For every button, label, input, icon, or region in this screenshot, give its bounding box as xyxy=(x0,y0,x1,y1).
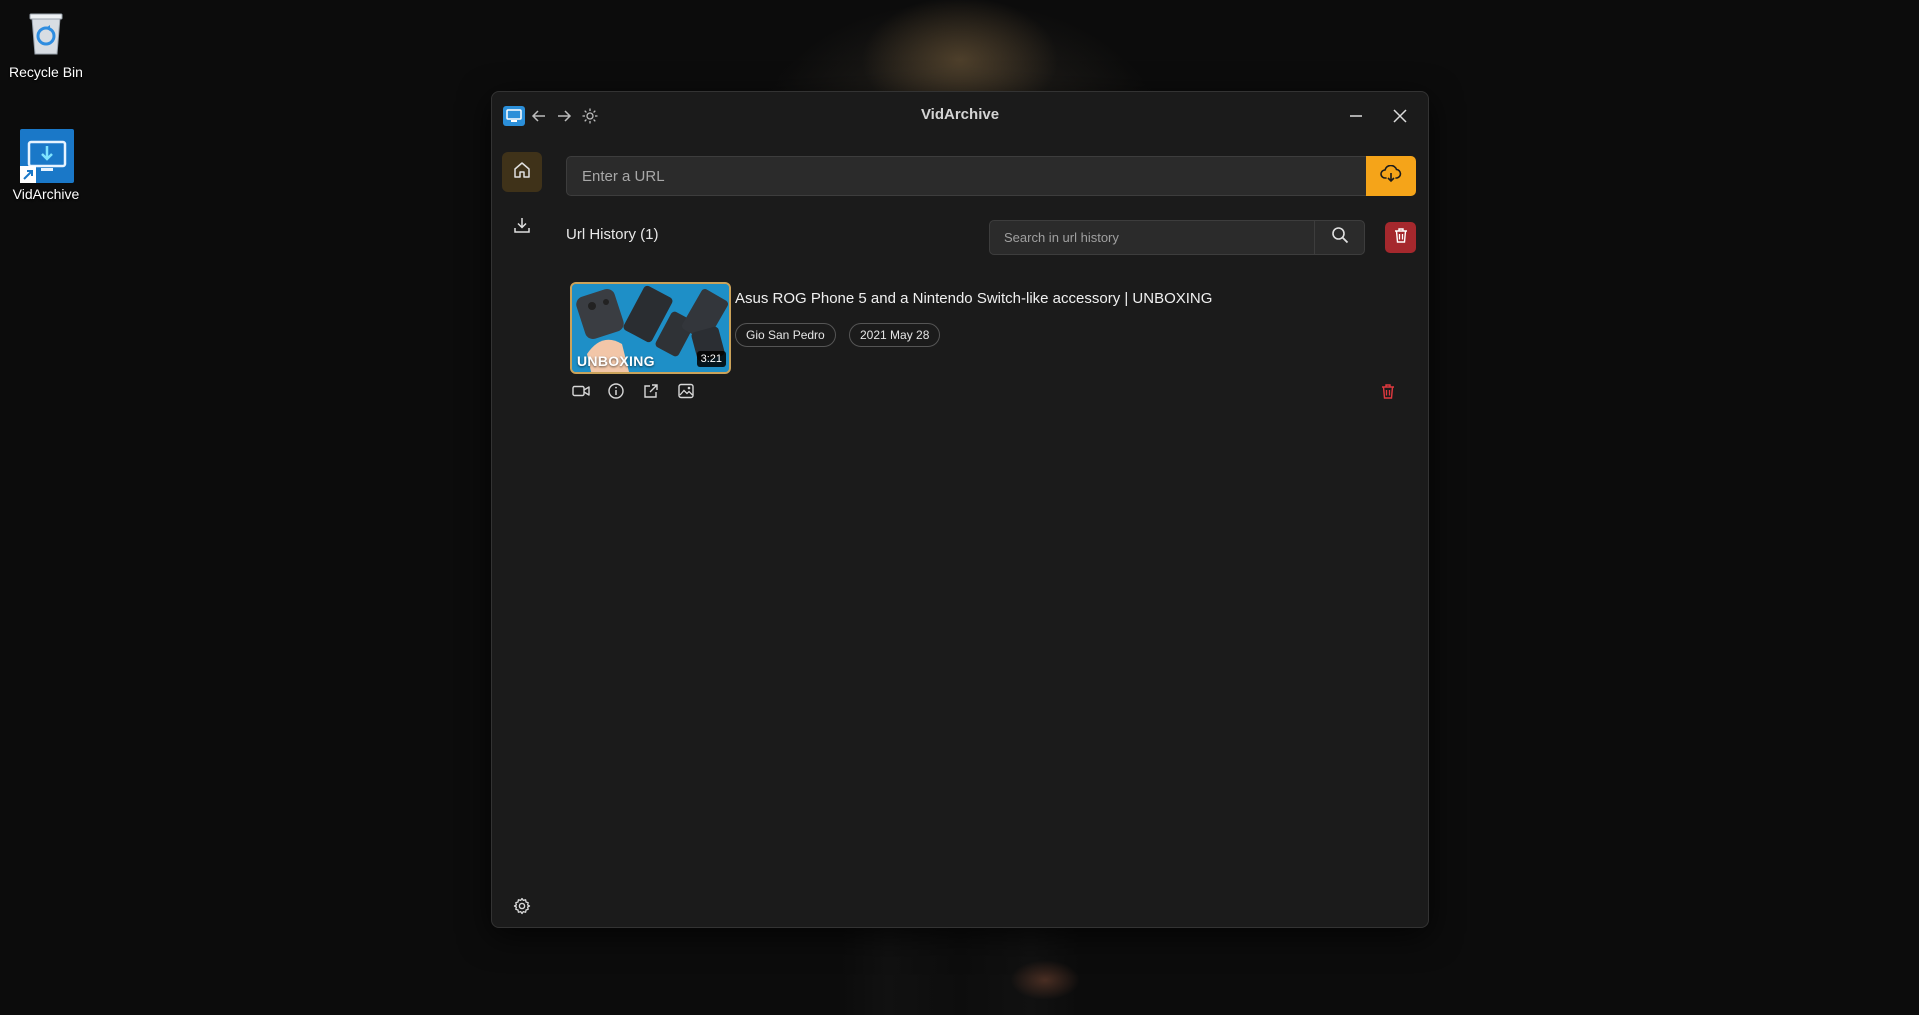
minimize-icon[interactable] xyxy=(1344,104,1368,128)
sidebar-item-downloads[interactable] xyxy=(502,207,542,247)
video-title[interactable]: Asus ROG Phone 5 and a Nintendo Switch-l… xyxy=(735,290,1212,307)
video-icon[interactable] xyxy=(570,380,592,402)
image-icon[interactable] xyxy=(675,380,697,402)
channel-badge: Gio San Pedro xyxy=(735,323,836,347)
sidebar-item-settings[interactable] xyxy=(502,891,542,925)
window-title: VidArchive xyxy=(920,106,1000,123)
desktop-icon-label: Recycle Bin xyxy=(9,64,83,80)
url-input[interactable] xyxy=(566,156,1367,196)
settings-gear-icon xyxy=(513,897,531,920)
search-icon xyxy=(1331,226,1349,249)
video-thumbnail[interactable]: UNBOXING 3:21 xyxy=(570,282,731,374)
fetch-url-button[interactable] xyxy=(1366,156,1416,196)
open-external-icon[interactable] xyxy=(640,380,662,402)
delete-item-icon[interactable] xyxy=(1377,380,1399,402)
recycle-bin-icon xyxy=(19,6,73,60)
history-search-input[interactable] xyxy=(989,220,1315,255)
desktop-vidarchive-shortcut[interactable]: VidArchive xyxy=(0,128,92,202)
download-icon xyxy=(513,216,531,239)
close-icon[interactable] xyxy=(1388,104,1412,128)
info-icon[interactable] xyxy=(605,380,627,402)
wallpaper-shoe xyxy=(1010,960,1080,1000)
history-search-button[interactable] xyxy=(1314,220,1365,255)
vidarchive-shortcut-icon xyxy=(19,128,74,183)
desktop-recycle-bin[interactable]: Recycle Bin xyxy=(0,6,92,80)
trash-icon xyxy=(1393,227,1409,248)
app-window: VidArchive Enter a URL Url History (1) S… xyxy=(491,91,1429,928)
url-history-title: Url History (1) xyxy=(566,226,659,243)
titlebar[interactable]: VidArchive xyxy=(492,92,1428,140)
history-item: UNBOXING 3:21 Asus ROG Phone 5 and a Nin… xyxy=(570,282,1420,422)
thumbnail-text: UNBOXING xyxy=(577,353,655,369)
clear-history-button[interactable] xyxy=(1385,222,1416,253)
home-icon xyxy=(513,161,531,184)
video-duration: 3:21 xyxy=(696,351,726,367)
cloud-download-icon xyxy=(1380,164,1402,188)
sidebar-item-home[interactable] xyxy=(502,152,542,192)
date-badge: 2021 May 28 xyxy=(849,323,941,347)
desktop-icon-label: VidArchive xyxy=(12,186,80,202)
